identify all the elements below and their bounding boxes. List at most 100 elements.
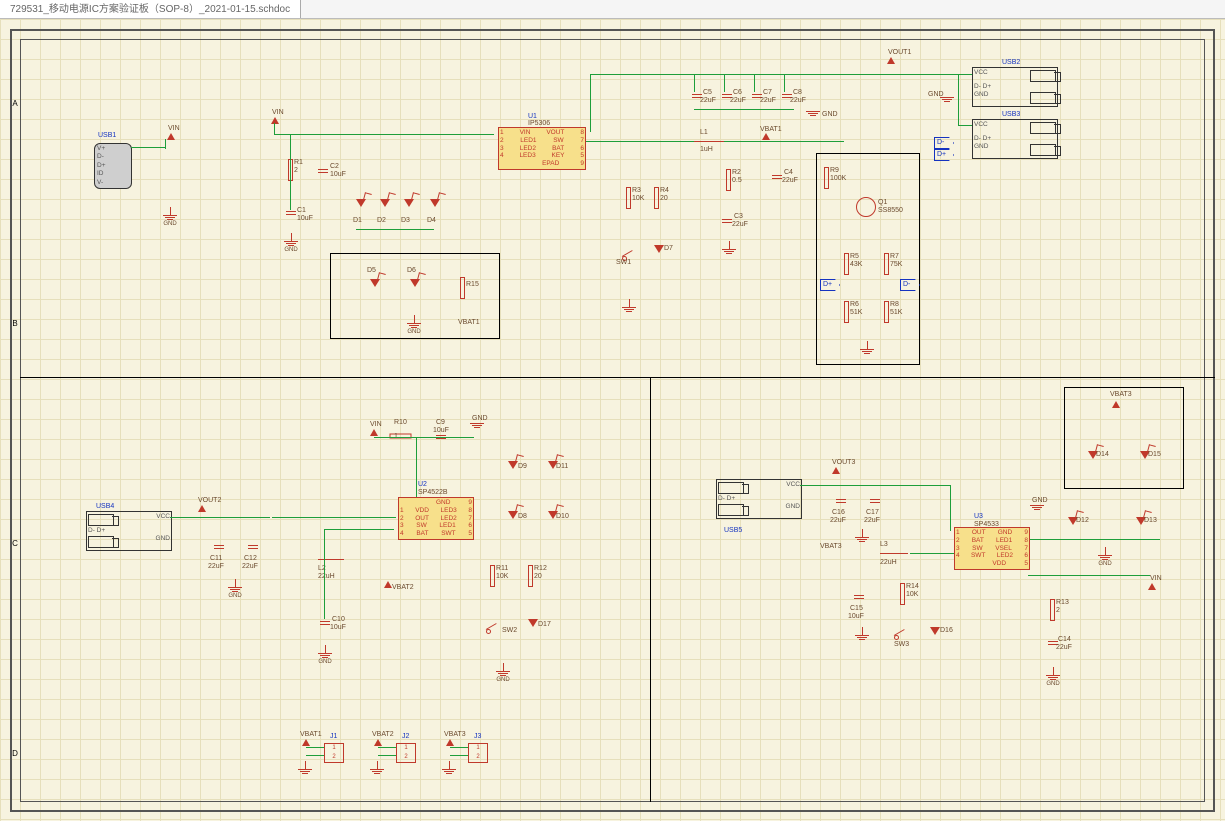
u3-chip[interactable]: 1OUTGND9 2BATLED18 3SWVSEL7 4SWTLED26 VD… xyxy=(954,527,1030,570)
d10-n: D10 xyxy=(556,513,569,520)
c16[interactable] xyxy=(836,499,846,503)
d5-n: D5 xyxy=(367,267,376,274)
d6[interactable] xyxy=(410,279,420,287)
u1-chip[interactable]: 1VINVOUT8 2LED1SW7 3LED2BAT6 4LED3KEY5 E… xyxy=(498,127,586,170)
d9-n: D9 xyxy=(518,463,527,470)
c15[interactable] xyxy=(854,595,864,599)
d1[interactable] xyxy=(356,199,366,207)
r4[interactable] xyxy=(654,187,659,209)
d9[interactable] xyxy=(508,461,518,469)
d2-n: D2 xyxy=(377,217,386,224)
usb1-pin-dm: D- xyxy=(97,153,129,161)
w-u1sw-l1 xyxy=(586,141,694,142)
c1[interactable] xyxy=(286,211,296,215)
j3[interactable]: 12 xyxy=(468,743,488,763)
c15-v: 10uF xyxy=(848,613,864,620)
r14[interactable] xyxy=(900,583,905,605)
u3-sw: SW xyxy=(972,545,982,553)
r3[interactable] xyxy=(626,187,631,209)
w-vout-usb-v xyxy=(958,74,959,126)
net-vin-main: VIN xyxy=(272,109,284,116)
r6-n: R6 xyxy=(850,301,859,308)
c4[interactable] xyxy=(772,175,782,179)
d11-n: D11 xyxy=(556,463,568,470)
u1-name: U1 xyxy=(528,113,537,120)
gnd-q1 xyxy=(860,341,874,354)
usb5-connector[interactable]: VCC D- D+ GND xyxy=(716,479,802,519)
r2[interactable] xyxy=(726,169,731,191)
w-usb1-vin xyxy=(131,147,165,148)
r10-n: R10 xyxy=(394,419,407,426)
tab-bar: 729531_移动电源IC方案验证板（SOP-8）_2021-01-15.sch… xyxy=(0,0,1225,19)
d17[interactable] xyxy=(528,619,538,627)
c11-n: C11 xyxy=(210,555,222,562)
net-vout3: VOUT3 xyxy=(832,459,855,466)
w-j2-1 xyxy=(378,747,396,748)
document-tab[interactable]: 729531_移动电源IC方案验证板（SOP-8）_2021-01-15.sch… xyxy=(0,0,301,18)
d2[interactable] xyxy=(380,199,390,207)
r15[interactable] xyxy=(460,277,465,299)
r6[interactable] xyxy=(844,301,849,323)
u2-sw: SW xyxy=(416,522,426,530)
r5[interactable] xyxy=(844,253,849,275)
schematic-canvas[interactable]: A B C D V+ D- D+ ID V- USB1 VIN GND VIN … xyxy=(0,19,1225,821)
usb2-connector[interactable]: VCC D- D+ GND xyxy=(972,67,1058,107)
sw3[interactable] xyxy=(894,623,908,637)
c2-v: 10uF xyxy=(330,171,346,178)
c12-n: C12 xyxy=(244,555,257,562)
d8[interactable] xyxy=(508,511,518,519)
r12[interactable] xyxy=(528,565,533,587)
usb1-connector[interactable]: V+ D- D+ ID V- xyxy=(94,143,132,189)
gnd-usb1: GND xyxy=(163,207,177,227)
w-j2-2 xyxy=(378,755,396,756)
d16[interactable] xyxy=(930,627,940,635)
r8[interactable] xyxy=(884,301,889,323)
c3-v: 22uF xyxy=(732,221,748,228)
r12-v: 20 xyxy=(534,573,542,580)
gnd-c14: GND xyxy=(1046,667,1060,687)
r13[interactable] xyxy=(1050,599,1055,621)
d7[interactable] xyxy=(654,245,664,253)
margin-A-left: A xyxy=(10,99,20,108)
j3-arrow xyxy=(446,739,454,746)
sw2[interactable] xyxy=(486,617,500,631)
j2[interactable]: 12 xyxy=(396,743,416,763)
usb4-connector[interactable]: VCC D- D+ GND xyxy=(86,511,172,551)
d5[interactable] xyxy=(370,279,380,287)
d3[interactable] xyxy=(404,199,414,207)
r3-n: R3 xyxy=(632,187,641,194)
u2-part: SP4522B xyxy=(418,489,448,496)
usb1-pin-dp: D+ xyxy=(97,162,129,170)
u1-bat: BAT xyxy=(552,145,564,153)
selection-box-3 xyxy=(1064,387,1184,489)
r9[interactable] xyxy=(824,167,829,189)
usb3-connector[interactable]: VCC D- D+ GND xyxy=(972,119,1058,159)
c2[interactable] xyxy=(318,169,328,173)
c3[interactable] xyxy=(722,219,732,223)
gnd-u3 xyxy=(1030,505,1044,510)
r9-v: 100K xyxy=(830,175,846,182)
c17[interactable] xyxy=(870,499,880,503)
l3-n: L3 xyxy=(880,541,888,548)
c11[interactable] xyxy=(214,545,224,549)
margin-D-left: D xyxy=(10,749,20,758)
u2-chip[interactable]: GND9 1VDDLED38 2OUTLED27 3SWLED16 4BATSW… xyxy=(398,497,474,540)
c9-n: C9 xyxy=(436,419,445,426)
d4[interactable] xyxy=(430,199,440,207)
c16-n: C16 xyxy=(832,509,845,516)
sw1[interactable] xyxy=(622,244,636,258)
q1[interactable] xyxy=(856,197,876,217)
c10[interactable] xyxy=(320,621,330,625)
gnd-c1: GND xyxy=(284,233,298,253)
gnd-u3-t: GND xyxy=(1032,497,1048,504)
d7-n: D7 xyxy=(664,245,673,252)
q1-v: SS8550 xyxy=(878,207,903,214)
r7[interactable] xyxy=(884,253,889,275)
c12-v: 22uF xyxy=(242,563,258,570)
d4-n: D4 xyxy=(427,217,436,224)
c12[interactable] xyxy=(248,545,258,549)
j1[interactable]: 12 xyxy=(324,743,344,763)
gnd-d56: GND xyxy=(407,315,421,335)
gnd-j1 xyxy=(298,761,312,774)
r11[interactable] xyxy=(490,565,495,587)
